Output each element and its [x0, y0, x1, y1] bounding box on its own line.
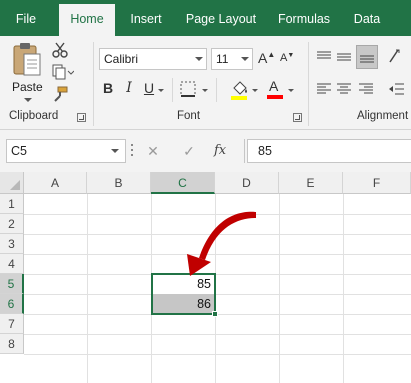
clipboard-group-label: Clipboard: [9, 110, 59, 122]
paste-label: Paste: [12, 80, 43, 94]
paste-icon: [13, 43, 41, 76]
selection-border: [151, 273, 216, 315]
tab-data[interactable]: Data: [346, 0, 388, 36]
formula-bar-grip[interactable]: [130, 144, 134, 158]
underline-button[interactable]: U: [142, 80, 156, 100]
chevron-down-icon[interactable]: [288, 89, 294, 92]
font-color-button[interactable]: A: [266, 78, 284, 100]
formula-bar: C5 ✕ ✓ fx 85: [0, 130, 411, 172]
ribbon: Paste Clipboard Calibri 11 A▲ A▼ B I U A…: [0, 36, 411, 130]
font-group-label: Font: [177, 110, 201, 122]
bold-button[interactable]: B: [100, 80, 116, 100]
borders-icon[interactable]: [180, 81, 198, 99]
row-header-6[interactable]: 6: [0, 294, 24, 314]
grow-font-button[interactable]: A▲: [258, 50, 275, 68]
name-box[interactable]: C5: [6, 139, 126, 163]
select-all-button[interactable]: [0, 172, 24, 194]
cancel-icon[interactable]: ✕: [144, 141, 162, 161]
chevron-down-icon[interactable]: [252, 89, 258, 92]
row-header-8[interactable]: 8: [0, 334, 24, 354]
cut-icon[interactable]: [52, 42, 68, 58]
decrease-indent-icon[interactable]: [388, 82, 404, 96]
gridline: [24, 274, 411, 275]
tab-formulas[interactable]: Formulas: [271, 0, 337, 36]
grow-font-icon: A: [258, 50, 268, 66]
chevron-down-icon[interactable]: [202, 89, 208, 92]
group-divider: [172, 78, 173, 102]
font-size-select[interactable]: 11: [211, 48, 253, 70]
shrink-font-button[interactable]: A▼: [280, 52, 294, 70]
name-box-value: C5: [11, 144, 27, 158]
enter-icon[interactable]: ✓: [180, 141, 198, 161]
font-size-value: 11: [216, 52, 229, 66]
gridline: [24, 354, 411, 355]
tab-home[interactable]: Home: [59, 4, 115, 36]
row-header-7[interactable]: 7: [0, 314, 24, 334]
tab-insert[interactable]: Insert: [120, 0, 172, 36]
worksheet-grid[interactable]: A B C D E F 1 2 3 4 5 6 7 8 85 86: [0, 172, 411, 383]
chevron-down-icon: [24, 98, 32, 102]
group-divider: [93, 42, 94, 126]
paste-button[interactable]: Paste: [8, 42, 48, 102]
format-painter-icon[interactable]: [52, 86, 68, 102]
column-header-b[interactable]: B: [87, 172, 151, 194]
chevron-down-icon: [111, 149, 119, 153]
bottom-align-icon: [360, 55, 374, 63]
copy-icon[interactable]: [52, 64, 74, 80]
font-name-select[interactable]: Calibri: [99, 48, 207, 70]
column-header-e[interactable]: E: [279, 172, 343, 194]
align-center-icon[interactable]: [337, 82, 351, 96]
clipboard-launcher-icon[interactable]: [77, 113, 86, 122]
font-name-value: Calibri: [104, 52, 139, 66]
gridline: [24, 294, 411, 295]
italic-button[interactable]: I: [122, 80, 136, 100]
gridline: [24, 214, 411, 215]
gridline: [24, 234, 411, 235]
font-launcher-icon[interactable]: [293, 113, 302, 122]
column-header-f[interactable]: F: [343, 172, 411, 194]
tab-page-layout[interactable]: Page Layout: [178, 0, 264, 36]
formula-bar-divider: [244, 139, 245, 163]
group-divider: [308, 42, 309, 126]
gridline: [24, 254, 411, 255]
row-header-2[interactable]: 2: [0, 214, 24, 234]
ribbon-tab-bar: File Home Insert Page Layout Formulas Da…: [0, 0, 411, 36]
gridline: [24, 334, 411, 335]
orientation-icon[interactable]: [388, 48, 404, 64]
row-header-3[interactable]: 3: [0, 234, 24, 254]
column-header-a[interactable]: A: [24, 172, 87, 194]
row-header-1[interactable]: 1: [0, 194, 24, 214]
tab-file[interactable]: File: [4, 0, 48, 36]
top-align-icon[interactable]: [317, 50, 331, 64]
chevron-down-icon[interactable]: [158, 89, 164, 92]
middle-align-icon[interactable]: [337, 50, 351, 64]
fill-color-icon[interactable]: [230, 80, 250, 100]
column-header-d[interactable]: D: [215, 172, 279, 194]
row-header-4[interactable]: 4: [0, 254, 24, 274]
row-header-5[interactable]: 5: [0, 274, 24, 294]
alignment-group-label: Alignment: [357, 110, 409, 122]
chevron-down-icon: [195, 57, 203, 61]
group-divider: [216, 78, 217, 102]
align-left-icon[interactable]: [317, 82, 331, 96]
font-color-icon: A: [269, 78, 279, 94]
align-right-icon[interactable]: [359, 82, 373, 96]
formula-input[interactable]: 85: [247, 139, 411, 163]
font-color-swatch: [267, 95, 283, 99]
insert-function-button[interactable]: fx: [214, 141, 226, 161]
chevron-down-icon: [241, 57, 249, 61]
fill-handle[interactable]: [212, 311, 218, 317]
column-header-c[interactable]: C: [151, 172, 215, 194]
bottom-align-button[interactable]: [356, 45, 378, 69]
